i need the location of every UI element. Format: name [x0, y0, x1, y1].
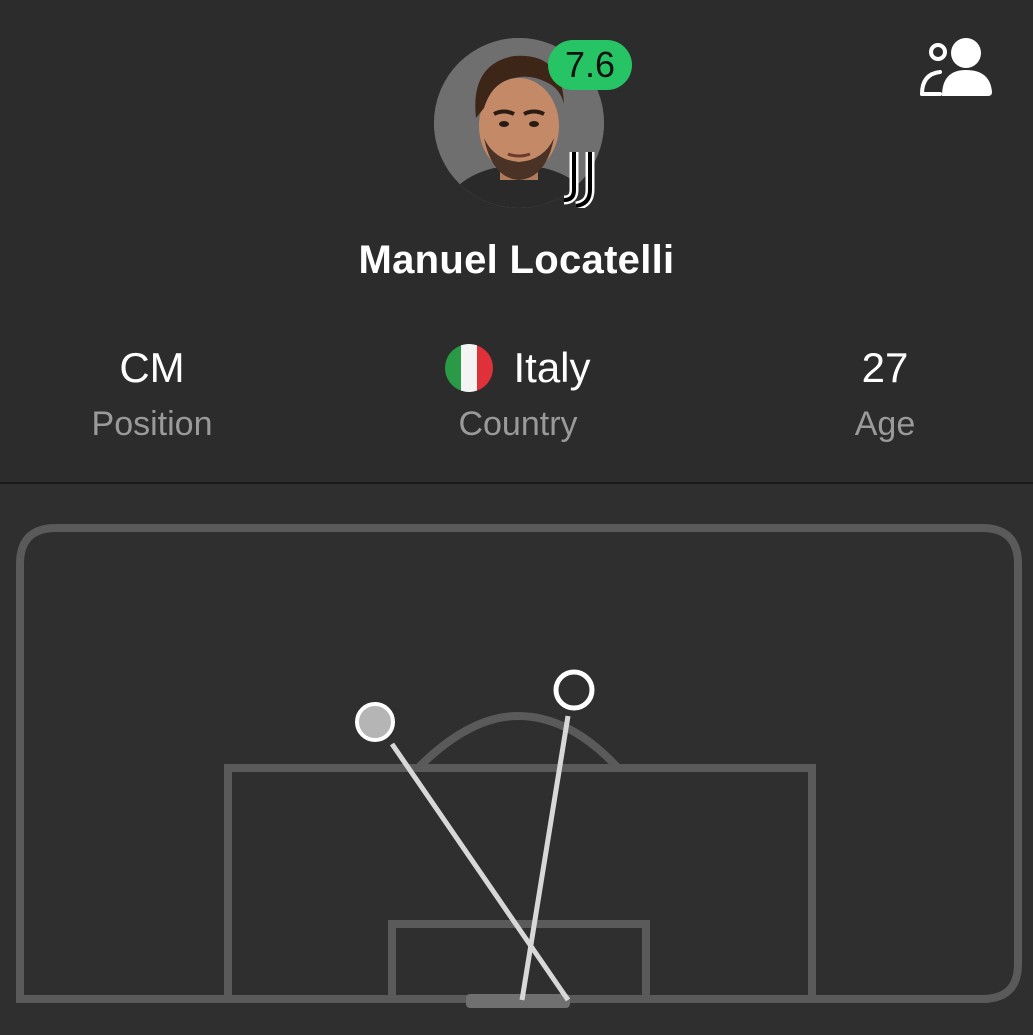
stat-position: CM Position [22, 340, 282, 448]
position-value: CM [119, 344, 185, 391]
position-label: Position [91, 405, 213, 443]
shot-marker-on-target[interactable] [553, 669, 595, 711]
stat-country: Italy Country [388, 340, 648, 448]
country-value: Italy [513, 344, 591, 391]
penalty-box [224, 764, 816, 999]
player-shot-map-screen: 7.6 Manuel Locatelli CM Position Italy C… [0, 0, 1033, 1035]
age-label: Age [854, 405, 916, 443]
stat-age: 27 Age [755, 340, 1015, 448]
age-value: 27 [861, 344, 909, 391]
goal [466, 994, 570, 1008]
pitch-diagram [16, 524, 1022, 1008]
six-yard-box [388, 920, 650, 999]
italy-flag-icon [445, 344, 494, 392]
player-name: Manuel Locatelli [358, 238, 675, 282]
user-profile-icon [920, 38, 992, 96]
country-value-row: Italy [445, 340, 591, 396]
penalty-arc [415, 711, 621, 771]
player-rating-badge: 7.6 [548, 40, 632, 90]
shot-map [0, 484, 1033, 1035]
country-label: Country [458, 405, 578, 443]
juventus-logo-icon [560, 150, 606, 211]
player-header: 7.6 Manuel Locatelli CM Position Italy C… [0, 0, 1033, 483]
shot-marker-blocked[interactable] [355, 702, 395, 742]
shot-trajectory-on-target [519, 715, 571, 1001]
player-profile-button[interactable] [916, 36, 996, 98]
